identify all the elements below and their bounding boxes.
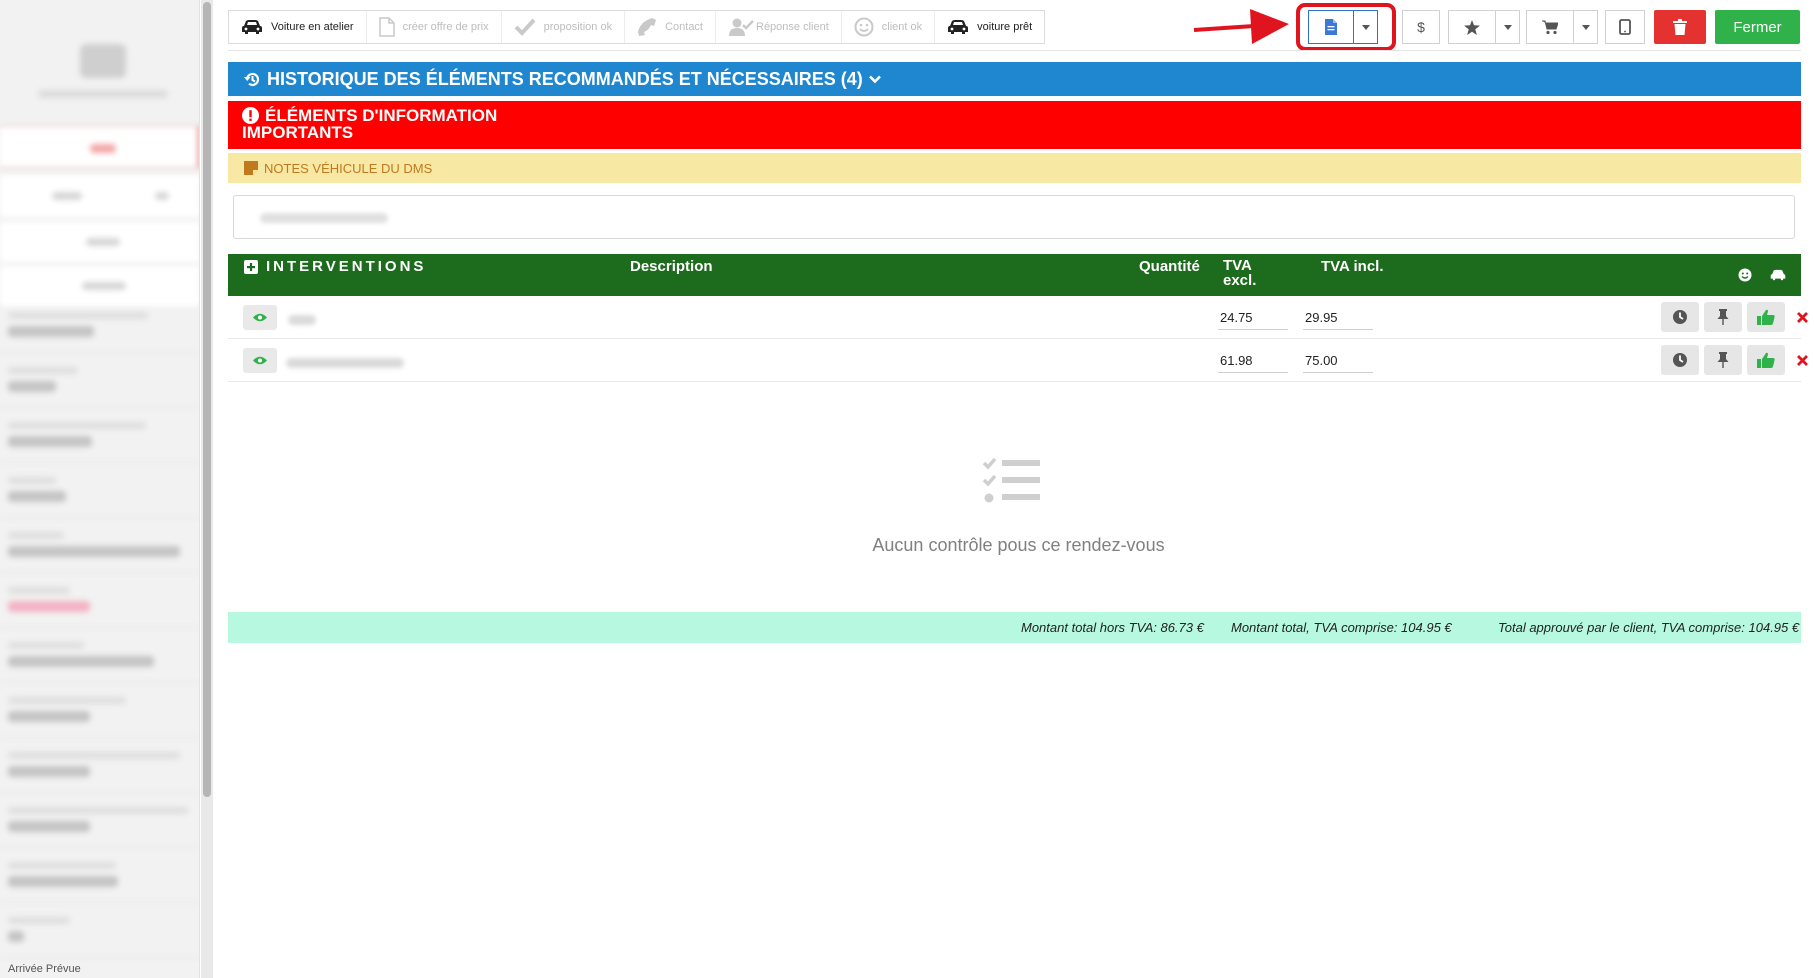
cart-dropdown-button[interactable] bbox=[1526, 10, 1598, 44]
interventions-title: INTERVENTIONS bbox=[244, 258, 426, 275]
delete-button[interactable] bbox=[1654, 10, 1706, 44]
toolbar: $ Fermer bbox=[213, 10, 1814, 44]
view-button[interactable] bbox=[243, 305, 277, 330]
favorites-dropdown-caret[interactable] bbox=[1495, 11, 1519, 43]
sidebar-item[interactable] bbox=[0, 175, 199, 217]
annotation-arrow bbox=[1193, 9, 1289, 44]
eye-icon bbox=[253, 313, 267, 322]
shopping-cart-icon bbox=[1542, 20, 1558, 34]
thumbs-up-icon bbox=[1757, 352, 1775, 368]
left-sidebar: Arrivée Prévue bbox=[0, 0, 200, 978]
remove-button[interactable] bbox=[1790, 345, 1814, 375]
approve-button[interactable] bbox=[1747, 345, 1785, 375]
interventions-header: INTERVENTIONS Description Quantité TVA e… bbox=[228, 254, 1801, 296]
smile-icon bbox=[1738, 268, 1752, 282]
column-vat-incl: TVA incl. bbox=[1321, 258, 1384, 275]
price-incl-field[interactable]: 75.00 bbox=[1303, 349, 1373, 373]
chevron-down-icon bbox=[868, 75, 881, 83]
eye-icon bbox=[253, 356, 267, 365]
history-banner[interactable]: HISTORIQUE DES ÉLÉMENTS RECOMMANDÉS ET N… bbox=[228, 62, 1801, 96]
cart-dropdown-caret[interactable] bbox=[1573, 11, 1597, 43]
history-icon bbox=[244, 72, 260, 86]
checklist-icon bbox=[982, 457, 1040, 503]
totals-bar: Montant total hors TVA: 86.73 € Montant … bbox=[228, 612, 1801, 643]
sidebar-scrollbar[interactable] bbox=[201, 0, 213, 978]
important-info-banner: ÉLÉMENTS D'INFORMATION IMPORTANTS bbox=[228, 101, 1801, 149]
car-icon bbox=[1770, 269, 1786, 281]
star-icon bbox=[1464, 19, 1480, 35]
sidebar-logo bbox=[80, 44, 126, 78]
thumbs-up-icon bbox=[1757, 309, 1775, 325]
divider bbox=[228, 50, 1801, 51]
approve-button[interactable] bbox=[1747, 302, 1785, 332]
sidebar-item[interactable] bbox=[0, 266, 199, 306]
column-quantity: Quantité bbox=[1139, 258, 1200, 275]
important-info-title: ÉLÉMENTS D'INFORMATION bbox=[265, 106, 498, 125]
notes-redacted-text bbox=[260, 213, 388, 223]
remove-button[interactable] bbox=[1790, 302, 1814, 332]
column-vat-excl-line1: TVA bbox=[1223, 257, 1252, 274]
total-approved: Total approuvé par le client, TVA compri… bbox=[1498, 620, 1800, 635]
caret-down-icon bbox=[1581, 24, 1590, 30]
pin-button[interactable] bbox=[1704, 345, 1742, 375]
favorites-dropdown-button[interactable] bbox=[1448, 10, 1520, 44]
sidebar-active-item[interactable] bbox=[0, 126, 199, 168]
column-vat-excl-line2: excl. bbox=[1223, 272, 1257, 289]
tablet-icon bbox=[1619, 19, 1631, 35]
price-incl-field[interactable]: 29.95 bbox=[1303, 306, 1373, 330]
trash-icon bbox=[1673, 19, 1687, 35]
sidebar-scrollbar-thumb[interactable] bbox=[203, 2, 211, 797]
close-icon bbox=[1796, 311, 1808, 323]
sidebar-item[interactable] bbox=[0, 222, 199, 262]
vehicle-notes-field[interactable] bbox=[233, 195, 1795, 239]
exclamation-circle-icon bbox=[242, 107, 259, 124]
intervention-redacted-text bbox=[288, 315, 316, 325]
column-description: Description bbox=[630, 258, 713, 275]
column-vat-excl: TVA excl. bbox=[1223, 258, 1256, 288]
pin-button[interactable] bbox=[1704, 302, 1742, 332]
annotation-highlight-box bbox=[1296, 3, 1396, 51]
price-excl-field[interactable]: 61.98 bbox=[1218, 349, 1288, 373]
total-excl-vat: Montant total hors TVA: 86.73 € bbox=[1021, 620, 1204, 635]
tablet-button[interactable] bbox=[1605, 10, 1645, 44]
close-button[interactable]: Fermer bbox=[1715, 10, 1800, 44]
intervention-row: 61.98 75.00 bbox=[228, 339, 1808, 382]
close-icon bbox=[1796, 354, 1808, 366]
pin-icon bbox=[1717, 352, 1729, 368]
plus-square-icon[interactable] bbox=[244, 259, 258, 274]
sidebar-blurred-content bbox=[0, 0, 199, 978]
interventions-title-text: INTERVENTIONS bbox=[266, 258, 427, 275]
intervention-row: 24.75 29.95 bbox=[228, 296, 1808, 339]
clock-icon bbox=[1673, 353, 1687, 367]
dollar-icon: $ bbox=[1417, 19, 1425, 35]
caret-down-icon bbox=[1503, 24, 1512, 30]
view-button[interactable] bbox=[243, 348, 277, 373]
important-info-title-line2: IMPORTANTS bbox=[242, 123, 354, 142]
price-excl-field[interactable]: 24.75 bbox=[1218, 306, 1288, 330]
clock-icon bbox=[1673, 310, 1687, 324]
empty-state-message: Aucun contrôle pous ce rendez-vous bbox=[872, 535, 1165, 555]
sidebar-footer-label: Arrivée Prévue bbox=[8, 963, 81, 975]
price-button[interactable]: $ bbox=[1402, 10, 1440, 44]
vehicle-notes-label: NOTES VÉHICULE DU DMS bbox=[264, 160, 433, 176]
pin-icon bbox=[1717, 309, 1729, 325]
main-content: Voiture en atelier créer offre de prix p… bbox=[213, 0, 1814, 978]
intervention-redacted-text bbox=[286, 358, 404, 368]
sticky-note-icon bbox=[244, 161, 258, 175]
total-incl-vat: Montant total, TVA comprise: 104.95 € bbox=[1231, 620, 1452, 635]
history-banner-title: HISTORIQUE DES ÉLÉMENTS RECOMMANDÉS ET N… bbox=[267, 68, 863, 89]
vehicle-notes-banner: NOTES VÉHICULE DU DMS bbox=[228, 153, 1801, 183]
history-button[interactable] bbox=[1661, 302, 1699, 332]
sidebar-caption bbox=[38, 90, 168, 98]
history-button[interactable] bbox=[1661, 345, 1699, 375]
